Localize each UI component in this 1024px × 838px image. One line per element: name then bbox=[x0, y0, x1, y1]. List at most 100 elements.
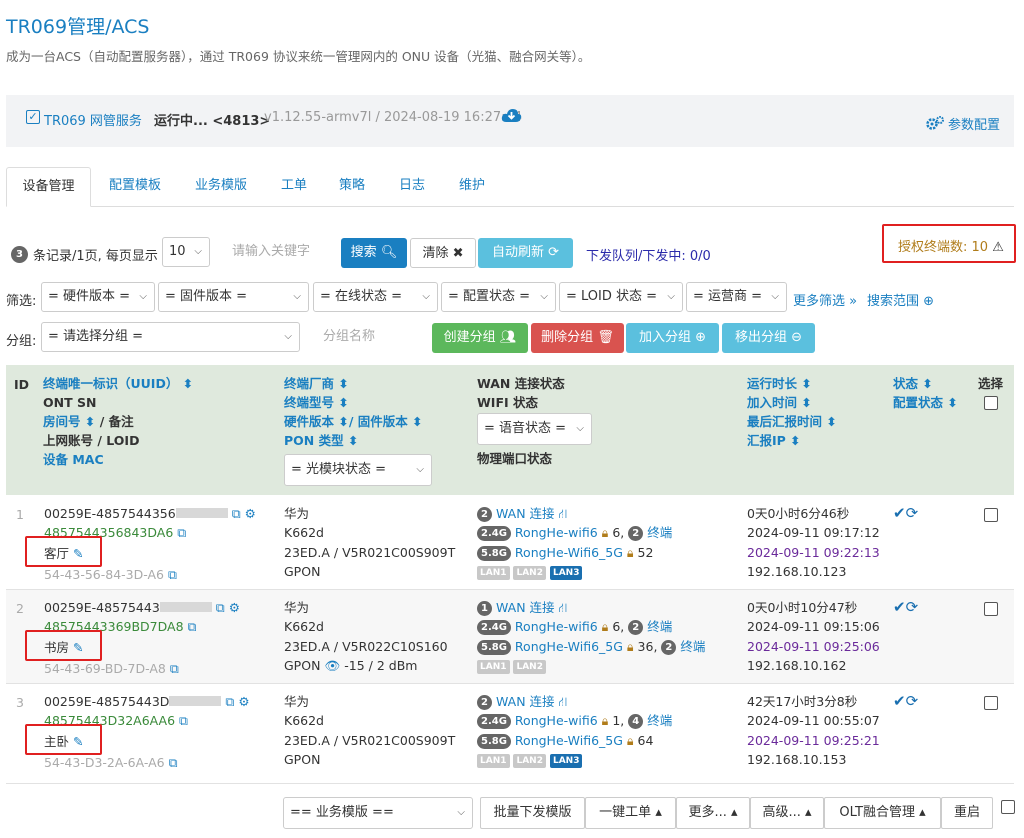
group-select[interactable]: = 请选择分组 = ⌵ bbox=[41, 322, 300, 352]
sync-icon[interactable]: ⟳ bbox=[906, 692, 919, 710]
page-size-select[interactable]: 10 ⌵ bbox=[162, 237, 210, 267]
cloud-download-icon[interactable] bbox=[501, 108, 522, 123]
terminal-link[interactable]: 终端 bbox=[647, 525, 672, 540]
hw-version-select[interactable]: = 硬件版本 = ⌵ bbox=[41, 282, 155, 312]
header-col-status: WAN 连接状态 WIFI 状态 bbox=[477, 374, 565, 412]
isp-select[interactable]: = 运营商 = ⌵ bbox=[686, 282, 787, 312]
wifi5-ssid-link[interactable]: RongHe-Wifi6_5G bbox=[515, 639, 623, 654]
clear-button[interactable]: 清除 ✖ bbox=[410, 238, 476, 268]
copy-icon[interactable]: ⧉ bbox=[232, 506, 241, 521]
search-button[interactable]: 搜索 🔍︎ bbox=[341, 238, 407, 268]
wan-link[interactable]: WAN 连接 bbox=[496, 506, 555, 521]
header-mac[interactable]: 设备 MAC bbox=[43, 450, 193, 469]
sort-report-ip[interactable]: 汇报IP bbox=[747, 433, 786, 448]
optical-status-select[interactable]: = 光模块状态 = ⌵ bbox=[284, 454, 432, 486]
terminal-link[interactable]: 终端 bbox=[647, 713, 672, 728]
more-actions-button[interactable]: 更多... ▴ bbox=[676, 797, 750, 829]
terminal-link[interactable]: 终端 bbox=[680, 639, 705, 654]
sort-pon[interactable]: PON 类型 bbox=[284, 433, 344, 448]
one-click-ticket-button[interactable]: 一键工单 ▴ bbox=[585, 797, 676, 829]
bottom-template-select[interactable]: == 业务模版 == ⌵ bbox=[283, 797, 473, 829]
gears-icon bbox=[926, 116, 944, 135]
queue-status-link[interactable]: 下发队列/下发中: 0/0 bbox=[586, 245, 711, 264]
wifi5-ssid-link[interactable]: RongHe-Wifi6_5G bbox=[515, 545, 623, 560]
copy-icon[interactable]: ⧉ bbox=[168, 567, 177, 582]
wan-link[interactable]: WAN 连接 bbox=[496, 600, 555, 615]
tab-tickets[interactable]: 工单 bbox=[270, 167, 318, 207]
sort-icon: ⬍ bbox=[826, 414, 837, 429]
keyword-search-input[interactable]: 请输入关键字 bbox=[224, 237, 336, 267]
voice-status-select[interactable]: = 语音状态 = ⌵ bbox=[477, 413, 592, 445]
eye-icon[interactable]: 👁︎ bbox=[324, 658, 340, 673]
sort-state[interactable]: 状态 bbox=[893, 376, 918, 391]
wifi5-ssid-link[interactable]: RongHe-Wifi6_5G bbox=[515, 733, 623, 748]
create-group-button[interactable]: 创建分组 👥︎ bbox=[432, 323, 528, 353]
tab-maintenance[interactable]: 维护 bbox=[448, 167, 496, 207]
wan-count-badge: 1 bbox=[477, 601, 492, 616]
delete-group-button[interactable]: 删除分组 🗑︎ bbox=[531, 323, 624, 353]
tab-service-templates[interactable]: 业务模版 bbox=[182, 167, 260, 207]
advanced-button[interactable]: 高级... ▴ bbox=[750, 797, 824, 829]
refresh-icon: ⟳ bbox=[548, 245, 560, 260]
table-row: 2 00259E-48575443 ⧉ ⚙ 48575443369BD7DA8 … bbox=[6, 590, 1014, 684]
copy-icon[interactable]: ⧉ bbox=[179, 713, 188, 728]
service-name-link[interactable]: TR069 网管服务 bbox=[44, 110, 142, 129]
sort-room[interactable]: 房间号 bbox=[43, 414, 81, 429]
sort-icon: ⬍ bbox=[84, 414, 96, 429]
olt-management-button[interactable]: OLT融合管理 ▴ bbox=[824, 797, 941, 829]
batch-deploy-button[interactable]: 批量下发模版 bbox=[480, 797, 585, 829]
leave-group-button[interactable]: 移出分组 ⊖ bbox=[722, 323, 815, 353]
auto-refresh-button[interactable]: 自动刷新 ⟳ bbox=[478, 238, 573, 268]
join-group-button[interactable]: 加入分组 ⊕ bbox=[626, 323, 719, 353]
search-range-link[interactable]: 搜索范围 ⊕ bbox=[867, 290, 934, 309]
gear-icon[interactable]: ⚙ bbox=[229, 600, 240, 615]
tab-device-management[interactable]: 设备管理 bbox=[6, 167, 91, 207]
fw-version-select[interactable]: = 固件版本 = ⌵ bbox=[158, 282, 309, 312]
terminal-link[interactable]: 终端 bbox=[647, 619, 672, 634]
copy-icon[interactable]: ⧉ bbox=[216, 600, 225, 615]
wifi24-ssid-link[interactable]: RongHe-wifi6 bbox=[515, 713, 598, 728]
wifi24-ssid-link[interactable]: RongHe-wifi6 bbox=[515, 525, 598, 540]
copy-icon[interactable]: ⧉ bbox=[170, 661, 179, 676]
sort-joined[interactable]: 加入时间 bbox=[747, 395, 797, 410]
group-name-input[interactable]: 分组名称 bbox=[315, 322, 427, 352]
config-status-select[interactable]: = 配置状态 = ⌵ bbox=[441, 282, 556, 312]
band-24-badge: 2.4G bbox=[477, 714, 511, 730]
sort-uptime[interactable]: 运行时长 bbox=[747, 376, 797, 391]
row-select-checkbox[interactable] bbox=[984, 508, 998, 522]
copy-icon[interactable]: ⧉ bbox=[188, 619, 197, 634]
select-all-checkbox[interactable] bbox=[984, 396, 998, 410]
sort-fw[interactable]: / 固件版本 bbox=[349, 414, 408, 429]
row-select-checkbox[interactable] bbox=[984, 602, 998, 616]
copy-icon[interactable]: ⧉ bbox=[225, 694, 234, 709]
tab-policies[interactable]: 策略 bbox=[328, 167, 376, 207]
gear-icon[interactable]: ⚙ bbox=[245, 506, 256, 521]
row-select-checkbox[interactable] bbox=[984, 696, 998, 710]
tab-config-templates[interactable]: 配置模板 bbox=[96, 167, 174, 207]
lan-port-badge: LAN1 bbox=[477, 754, 510, 769]
more-filters-link[interactable]: 更多筛选 » bbox=[793, 290, 857, 309]
sort-last-report[interactable]: 最后汇报时间 bbox=[747, 414, 822, 429]
copy-icon[interactable]: ⧉ bbox=[169, 755, 178, 770]
bottom-select-checkbox[interactable] bbox=[1001, 800, 1015, 814]
sort-config-state[interactable]: 配置状态 bbox=[893, 395, 943, 410]
sort-uuid[interactable]: 终端唯一标识（UUID） bbox=[43, 376, 178, 391]
copy-icon[interactable]: ⧉ bbox=[177, 525, 186, 540]
wifi24-ssid-link[interactable]: RongHe-wifi6 bbox=[515, 619, 598, 634]
row-last-report: 2024-09-11 09:25:06 bbox=[747, 638, 880, 654]
tab-logs[interactable]: 日志 bbox=[388, 167, 436, 207]
service-checkbox-icon[interactable]: ✓ bbox=[26, 110, 40, 124]
terminal-count-badge: 2 bbox=[628, 620, 644, 636]
wan-link[interactable]: WAN 连接 bbox=[496, 694, 555, 709]
sync-icon[interactable]: ⟳ bbox=[906, 504, 919, 522]
sort-hw[interactable]: 硬件版本 bbox=[284, 414, 334, 429]
online-status-select[interactable]: = 在线状态 = ⌵ bbox=[313, 282, 438, 312]
sort-model[interactable]: 终端型号 bbox=[284, 395, 334, 410]
sort-vendor[interactable]: 终端厂商 bbox=[284, 376, 334, 391]
loid-status-select[interactable]: = LOID 状态 = ⌵ bbox=[559, 282, 683, 312]
sync-icon[interactable]: ⟳ bbox=[906, 598, 919, 616]
param-config-button[interactable]: 参数配置 bbox=[926, 114, 1000, 135]
gear-icon[interactable]: ⚙ bbox=[238, 694, 249, 709]
reboot-button[interactable]: 重启 bbox=[941, 797, 993, 829]
close-icon: ✖ bbox=[452, 246, 464, 261]
